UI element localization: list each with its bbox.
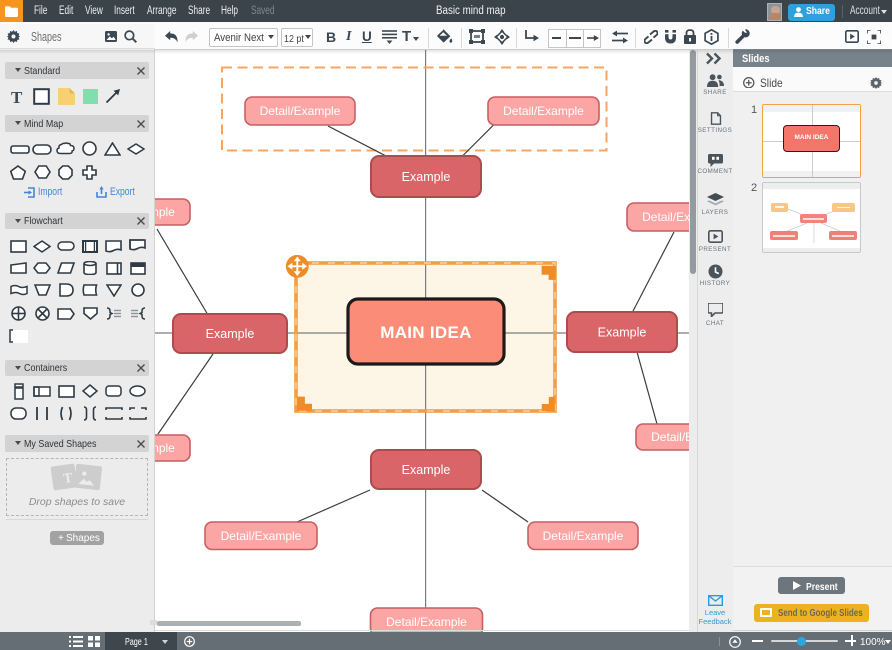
svg-text:Detail/Example: Detail/Example	[386, 615, 467, 629]
svg-text:Example: Example	[402, 463, 451, 477]
svg-text:MAIN IDEA: MAIN IDEA	[380, 323, 471, 342]
svg-text:Detail/Example: Detail/Example	[221, 529, 302, 543]
svg-text:Example: Example	[598, 325, 647, 339]
svg-text:Detail/Example: Detail/Example	[260, 104, 341, 118]
svg-text:Detail/Example: Detail/Example	[155, 205, 175, 219]
svg-text:Detail/Example: Detail/Example	[543, 529, 624, 543]
svg-text:Example: Example	[402, 170, 451, 184]
svg-text:Detail/Example: Detail/Example	[651, 430, 689, 444]
svg-text:Detail/Example: Detail/Example	[155, 441, 175, 455]
svg-text:Example: Example	[206, 327, 255, 341]
svg-text:Detail/Example: Detail/Example	[503, 104, 584, 118]
svg-text:Detail/Example: Detail/Example	[642, 210, 689, 224]
